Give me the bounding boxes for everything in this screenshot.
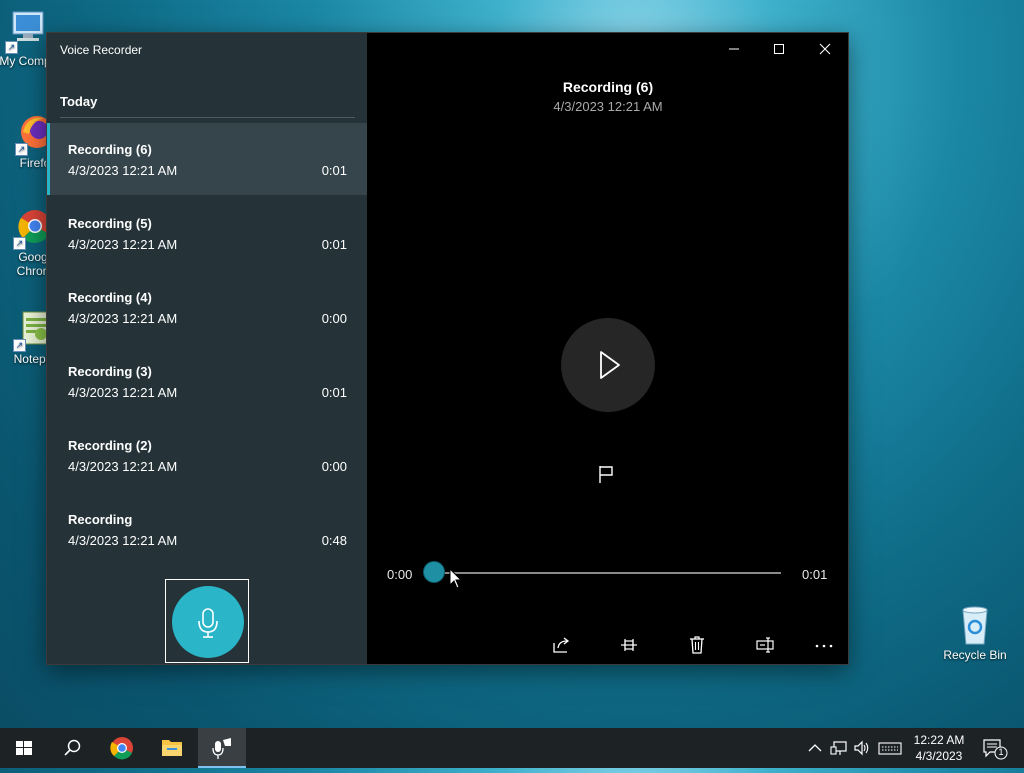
rename-icon (756, 637, 774, 653)
recording-duration: 0:48 (321, 533, 347, 548)
taskbar-voice-recorder-button[interactable] (198, 728, 246, 768)
recording-duration: 0:01 (321, 163, 347, 178)
recording-duration: 0:01 (321, 385, 347, 400)
windows-logo-icon (16, 741, 32, 755)
recording-item-3[interactable]: Recording (3) 4/3/2023 12:21 AM 0:01 (47, 345, 367, 419)
action-center-button[interactable]: 1 (982, 738, 1010, 760)
desktop-icon-label: Recycle Bin (943, 648, 1007, 662)
search-button[interactable] (48, 728, 96, 768)
play-button[interactable] (561, 318, 655, 412)
play-icon (600, 351, 620, 379)
recording-date: 4/3/2023 12:21 AM (68, 533, 178, 548)
touch-keyboard-button[interactable] (878, 738, 902, 758)
recording-duration: 0:00 (321, 311, 347, 326)
recording-date: 4/3/2023 12:21 AM (68, 163, 178, 178)
record-button-focus-frame (165, 579, 249, 663)
network-button[interactable] (829, 738, 849, 758)
playing-recording-date: 4/3/2023 12:21 AM (553, 99, 663, 114)
section-divider (60, 117, 355, 118)
recording-name: Recording (4) (68, 290, 152, 305)
more-icon (815, 644, 833, 648)
shortcut-arrow-icon: ↗ (5, 41, 18, 54)
recording-list: Recording (6) 4/3/2023 12:21 AM 0:01 Rec… (47, 123, 367, 567)
taskbar-file-explorer-button[interactable] (148, 728, 196, 768)
recording-name: Recording (6) (68, 142, 152, 157)
trash-icon (690, 636, 704, 654)
playing-recording-title: Recording (6) (562, 79, 654, 95)
rename-button[interactable] (753, 633, 777, 657)
desktop-icon-recycle-bin[interactable]: Recycle Bin (938, 602, 1012, 662)
shortcut-arrow-icon: ↗ (13, 339, 26, 352)
notification-count-badge: 1 (998, 747, 1004, 757)
player-pane: Recording (6) 4/3/2023 12:21 AM 0:00 0:0… (368, 33, 848, 664)
add-marker-button[interactable] (596, 463, 618, 485)
seek-track[interactable] (433, 572, 781, 574)
taskbar: 12:22 AM 4/3/2023 1 (0, 728, 1024, 768)
share-button[interactable] (549, 633, 573, 657)
search-icon (64, 739, 81, 756)
recording-date: 4/3/2023 12:21 AM (68, 311, 178, 326)
clock-time: 12:22 AM (913, 733, 965, 747)
clock[interactable]: 12:22 AM 4/3/2023 (906, 732, 972, 764)
folder-icon (162, 740, 182, 756)
recording-item-1[interactable]: Recording 4/3/2023 12:21 AM 0:48 (47, 493, 367, 567)
recording-item-2[interactable]: Recording (2) 4/3/2023 12:21 AM 0:00 (47, 419, 367, 493)
start-button[interactable] (0, 728, 48, 768)
recording-name: Recording (5) (68, 216, 152, 231)
flag-icon (599, 466, 613, 483)
shortcut-arrow-icon: ↗ (15, 143, 28, 156)
record-button[interactable] (172, 586, 244, 658)
taskbar-chrome-button[interactable] (98, 728, 146, 768)
recording-item-6[interactable]: Recording (6) 4/3/2023 12:21 AM 0:01 (47, 123, 367, 195)
clock-date: 4/3/2023 (915, 749, 963, 763)
chevron-up-icon (808, 744, 822, 752)
chrome-icon (110, 737, 133, 760)
section-title-today: Today (60, 94, 98, 109)
recording-duration: 0:01 (321, 237, 347, 252)
recording-duration: 0:00 (321, 459, 347, 474)
recording-name: Recording (68, 512, 133, 527)
volume-button[interactable] (852, 738, 872, 758)
trim-button[interactable] (617, 633, 641, 657)
share-icon (553, 637, 570, 653)
seek-thumb[interactable] (423, 561, 445, 583)
recording-item-4[interactable]: Recording (4) 4/3/2023 12:21 AM 0:00 (47, 271, 367, 345)
microphone-icon (198, 608, 218, 638)
mouse-cursor-icon (449, 568, 463, 589)
network-icon (830, 741, 847, 755)
recording-item-5[interactable]: Recording (5) 4/3/2023 12:21 AM 0:01 (47, 197, 367, 271)
voice-recorder-icon (212, 738, 231, 759)
shortcut-arrow-icon: ↗ (13, 237, 26, 250)
current-time: 0:00 (387, 567, 413, 582)
recordings-sidebar: Voice Recorder Today Recording (6) 4/3/2… (47, 33, 367, 664)
recording-date: 4/3/2023 12:21 AM (68, 385, 178, 400)
recording-name: Recording (3) (68, 364, 152, 379)
recording-date: 4/3/2023 12:21 AM (68, 237, 178, 252)
computer-icon: ↗ (3, 8, 47, 54)
speaker-icon (854, 740, 869, 756)
delete-button[interactable] (685, 633, 709, 657)
recycle-bin-icon (953, 602, 997, 646)
total-time: 0:01 (802, 567, 828, 582)
show-hidden-icons-button[interactable] (805, 738, 825, 758)
recording-name: Recording (2) (68, 438, 152, 453)
more-options-button[interactable] (812, 633, 836, 657)
keyboard-icon (878, 742, 902, 755)
voice-recorder-window: Voice Recorder Today Recording (6) 4/3/2… (47, 33, 848, 664)
recording-date: 4/3/2023 12:21 AM (68, 459, 178, 474)
app-title: Voice Recorder (60, 43, 143, 57)
trim-icon (621, 639, 637, 651)
